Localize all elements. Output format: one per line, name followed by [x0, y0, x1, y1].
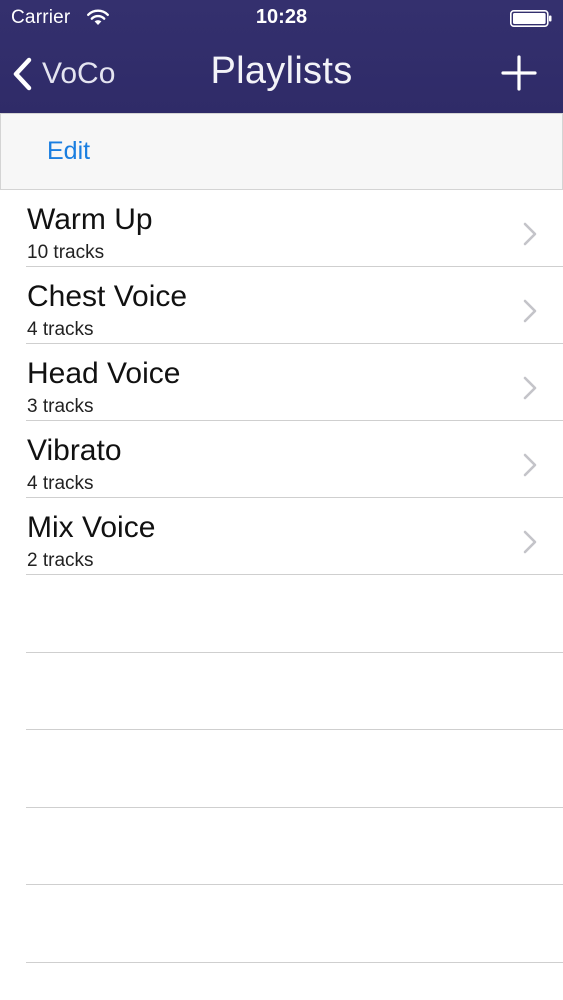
battery-icon	[510, 10, 552, 27]
chevron-right-icon	[523, 299, 537, 323]
playlist-track-count: 4 tracks	[27, 473, 94, 494]
edit-button[interactable]: Edit	[47, 137, 90, 166]
playlist-list: Warm Up 10 tracks Chest Voice 4 tracks H…	[0, 190, 563, 963]
chevron-right-icon	[523, 222, 537, 246]
playlist-track-count: 4 tracks	[27, 319, 94, 340]
empty-row-separator	[26, 885, 563, 963]
playlist-title: Warm Up	[27, 203, 153, 236]
navigation-bar: VoCo Playlists	[0, 36, 563, 113]
chevron-right-icon	[523, 453, 537, 477]
playlist-track-count: 2 tracks	[27, 550, 94, 571]
plus-icon[interactable]	[500, 54, 538, 92]
empty-row-separator	[26, 653, 563, 730]
screen: Carrier 10:28 VoCo Playlists Edit Warm U…	[0, 0, 563, 1000]
playlist-row[interactable]: Warm Up 10 tracks	[26, 190, 563, 267]
playlist-title: Mix Voice	[27, 511, 156, 544]
playlist-row[interactable]: Vibrato 4 tracks	[26, 421, 563, 498]
header: Carrier 10:28 VoCo Playlists	[0, 0, 563, 113]
empty-row-separator	[26, 730, 563, 808]
status-time: 10:28	[255, 6, 308, 28]
status-bar: Carrier 10:28	[0, 0, 563, 36]
chevron-right-icon	[523, 530, 537, 554]
chevron-right-icon	[523, 376, 537, 400]
playlist-track-count: 10 tracks	[27, 242, 105, 263]
playlist-title: Head Voice	[27, 357, 181, 390]
page-title: Playlists	[210, 50, 353, 92]
edit-toolbar: Edit	[0, 113, 563, 190]
playlist-row[interactable]: Mix Voice 2 tracks	[26, 498, 563, 575]
playlist-row[interactable]: Chest Voice 4 tracks	[26, 267, 563, 344]
playlist-title: Chest Voice	[27, 280, 188, 313]
empty-row-separator	[26, 808, 563, 885]
empty-row-separator	[26, 575, 563, 653]
playlist-row[interactable]: Head Voice 3 tracks	[26, 344, 563, 421]
playlist-title: Vibrato	[27, 434, 122, 467]
playlist-track-count: 3 tracks	[27, 396, 94, 417]
